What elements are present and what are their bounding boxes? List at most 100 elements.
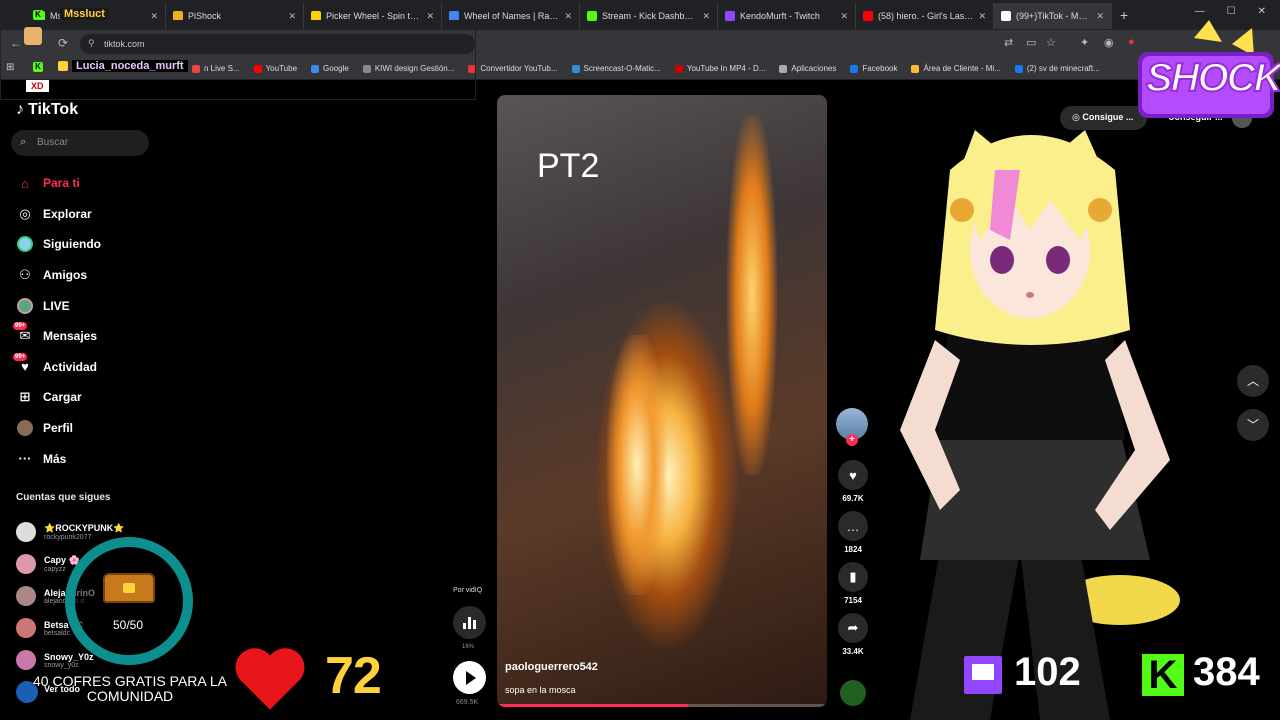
sidebar-item-siguiendo[interactable]: Siguiendo	[16, 229, 196, 260]
sidebar-item-cargar[interactable]: ⊞ Cargar	[16, 382, 196, 413]
bookmark-item[interactable]: Convertidor YouTub...	[468, 64, 558, 73]
cast-icon[interactable]: ▭	[1026, 36, 1036, 49]
tab-7[interactable]: (58) hiero. - Girl's Last Gr ✕	[856, 3, 994, 29]
comment-action[interactable]: … 1824	[836, 511, 870, 554]
bookmark-star-icon[interactable]: ☆	[1046, 36, 1056, 49]
tab-close-icon[interactable]: ✕	[840, 11, 848, 22]
search-input[interactable]: ⌕ Buscar	[11, 130, 149, 156]
sidebar-item-mensajes[interactable]: ✉ 99+ Mensajes	[13, 321, 196, 352]
prev-video-button[interactable]: ︿	[1237, 365, 1269, 397]
extension-icon-2[interactable]: ◉	[1104, 36, 1114, 49]
next-video-button[interactable]: ﹀	[1237, 409, 1269, 441]
profile-icon	[16, 419, 34, 437]
play-button[interactable]	[453, 661, 486, 694]
tab-5[interactable]: Stream - Kick Dashboard ✕	[580, 3, 718, 29]
sidebar-item-actividad[interactable]: ♥ 99+ Actividad	[13, 352, 196, 383]
sidebar-item-label: Para ti	[43, 176, 80, 191]
sidebar-item-label: Siguiendo	[43, 237, 101, 252]
follow-plus-icon[interactable]: +	[846, 434, 858, 446]
tab-8[interactable]: (99+)TikTok - Make Y ✕	[994, 3, 1112, 29]
share-action[interactable]: ➦ 33.4K	[836, 613, 870, 656]
account-avatar	[16, 522, 36, 542]
notification-badge: 99+	[13, 352, 28, 361]
video-player[interactable]: PT2 paologuerrero542 sopa en la mosca	[497, 95, 827, 707]
tab-close-icon[interactable]: ✕	[702, 11, 710, 22]
bookmark-item[interactable]: (2) sv de minecraft...	[1014, 64, 1100, 73]
bookmark-favicon-icon	[850, 64, 859, 73]
following-header: Cuentas que sigues	[16, 492, 111, 503]
translate-icon[interactable]: ⇄	[1004, 36, 1013, 49]
maximize-icon[interactable]: ☐	[1227, 6, 1236, 17]
account-name: Snowy_Y0z	[44, 651, 94, 662]
search-icon: ⌕	[20, 136, 27, 148]
friends-icon: ⚇	[19, 267, 31, 283]
sidebar-item-parati[interactable]: ⌂ Para ti	[16, 168, 196, 199]
chest-count: 50/50	[113, 618, 144, 632]
music-disc-icon[interactable]	[840, 680, 866, 706]
video-frame-flame-2	[607, 335, 667, 595]
comment-icon[interactable]: …	[838, 511, 868, 541]
account-username: snowy_y0z	[44, 661, 79, 669]
bookmark-item[interactable]: Aplicaciones	[779, 64, 836, 73]
account-avatar	[16, 618, 36, 638]
sub-badge-icon	[58, 61, 68, 71]
tab-label: (58) hiero. - Girl's Last Gr	[878, 11, 974, 21]
search-placeholder: Buscar	[37, 137, 69, 148]
bookmark-label: Convertidor YouTub...	[480, 64, 558, 73]
sidebar-item-live[interactable]: LIVE	[16, 290, 196, 321]
sidebar-item-label: LIVE	[43, 298, 70, 313]
tab-label: Stream - Kick Dashboard	[602, 11, 698, 21]
bookmark-item[interactable]: Screencast-O-Matic...	[571, 64, 661, 73]
sidebar-item-explorar[interactable]: ◎ Explorar	[16, 199, 196, 230]
heart-icon	[235, 648, 305, 710]
notification-badge: 99+	[13, 322, 28, 331]
video-description: sopa en la mosca	[505, 685, 576, 695]
upload-icon: ⊞	[19, 389, 31, 405]
like-action[interactable]: ♥ 69.7K	[836, 460, 870, 503]
home-icon: ⌂	[21, 175, 29, 191]
account-avatar	[16, 554, 36, 574]
tab-close-icon[interactable]: ✕	[978, 11, 986, 22]
tab-favicon-icon	[587, 11, 597, 21]
bookmark-favicon-icon	[674, 64, 683, 73]
bookmark-label: (2) sv de minecraft...	[1026, 64, 1100, 73]
messages-icon: ✉ 99+	[13, 322, 31, 344]
tab-label: Wheel of Names | Rando	[464, 11, 560, 21]
tab-close-icon[interactable]: ✕	[1096, 11, 1104, 22]
comment-count: 1824	[844, 545, 862, 554]
screen: Mssluct✕PiShock✕Picker Wheel - Spin the …	[0, 0, 1280, 720]
overlay-chat-message: XD	[26, 80, 49, 92]
tiktok-logo[interactable]: ♪ TikTok	[16, 101, 78, 119]
vidiq-stats-button[interactable]	[453, 606, 486, 639]
overlay-streamer-name: Mssluct	[60, 8, 109, 20]
sidebar-item-label: Actividad	[43, 359, 98, 374]
twitch-viewer-count: 102	[1014, 650, 1081, 694]
tab-close-icon[interactable]: ✕	[564, 11, 572, 22]
author-avatar[interactable]: +	[836, 408, 868, 446]
new-tab-icon[interactable]: +	[1120, 7, 1128, 23]
sidebar-item-amigos[interactable]: ⚇ Amigos	[16, 260, 196, 291]
video-overlay-text: PT2	[537, 147, 600, 185]
sidebar-item-label: Explorar	[43, 206, 92, 221]
tab-label: (99+)TikTok - Make Y	[1016, 11, 1092, 21]
sidebar-item-perfil[interactable]: Perfil	[16, 413, 196, 444]
bookmark-label: Aplicaciones	[791, 64, 837, 73]
sidebar-item-label: Amigos	[43, 268, 88, 283]
bookmark-item[interactable]: Área de Cliente - Mi...	[911, 64, 1001, 73]
minimize-icon[interactable]: —	[1195, 6, 1205, 17]
save-action[interactable]: ▮ 7154	[836, 562, 870, 605]
treasure-chest-icon	[103, 573, 155, 603]
extension-icon[interactable]: ✦	[1080, 36, 1089, 49]
sidebar-item-ms[interactable]: ··· Más	[16, 443, 196, 474]
like-heart-icon[interactable]: ♥	[838, 460, 868, 490]
bookmark-item[interactable]: Facebook	[850, 64, 897, 73]
video-progress-bar[interactable]	[497, 704, 827, 707]
video-author[interactable]: paologuerrero542	[505, 661, 598, 673]
bookmark-icon[interactable]: ▮	[838, 562, 868, 592]
activity-icon: ♥ 99+	[13, 352, 29, 375]
close-window-icon[interactable]: ✕	[1258, 6, 1266, 17]
bookmark-item[interactable]: YouTube In MP4 - D...	[674, 64, 765, 73]
compass-icon: ◎	[19, 205, 31, 221]
tab-6[interactable]: KendoMurft - Twitch ✕	[718, 3, 856, 29]
share-arrow-icon[interactable]: ➦	[838, 613, 868, 643]
